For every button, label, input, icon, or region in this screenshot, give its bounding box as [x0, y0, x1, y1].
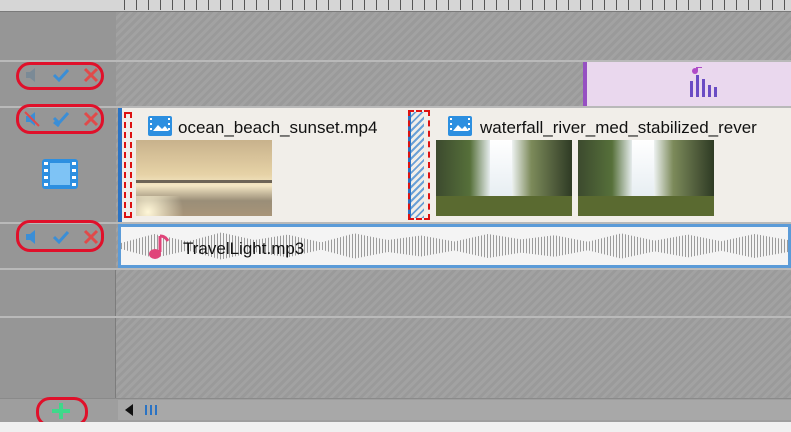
clip-name: ocean_beach_sunset.mp4	[178, 118, 378, 137]
row-divider	[0, 316, 791, 318]
speaker-muted-icon[interactable]	[22, 64, 42, 86]
video-thumbnail	[136, 140, 272, 216]
music-clip[interactable]	[583, 62, 791, 106]
close-icon[interactable]	[80, 226, 102, 248]
clip-name: TravelLight.mp3	[183, 239, 305, 258]
music-note-icon	[145, 233, 171, 263]
plus-icon[interactable]	[48, 401, 74, 421]
window-footer	[0, 422, 791, 432]
speaker-icon[interactable]	[22, 226, 42, 248]
audio-clip[interactable]: TravelLight.mp3	[118, 224, 791, 268]
check-icon[interactable]	[50, 64, 72, 86]
transition-slot[interactable]	[406, 108, 430, 222]
trim-handle-left[interactable]	[124, 112, 132, 218]
horizontal-scrollbar[interactable]	[118, 400, 791, 420]
close-icon[interactable]	[80, 108, 102, 130]
track-header-music	[0, 62, 116, 106]
timeline-ruler[interactable]	[0, 0, 791, 12]
video-file-icon	[146, 114, 174, 138]
ruler-ticks	[124, 0, 791, 10]
triangle-left-icon[interactable]	[122, 402, 136, 418]
check-icon[interactable]	[50, 226, 72, 248]
trim-handle-right[interactable]	[408, 110, 430, 220]
video-thumbnail	[578, 140, 714, 216]
grip-icon[interactable]	[142, 402, 160, 418]
video-clip[interactable]: waterfall_river_med_stabilized_rever	[430, 108, 791, 222]
track-header-audio	[0, 220, 116, 268]
speaker-muted-icon[interactable]	[22, 108, 42, 130]
video-file-icon	[446, 114, 474, 138]
video-clip[interactable]: ocean_beach_sunset.mp4	[118, 108, 406, 222]
check-icon[interactable]	[50, 108, 72, 130]
clip-name: waterfall_river_med_stabilized_rever	[480, 118, 757, 137]
film-icon	[38, 156, 82, 192]
track-header-video	[0, 104, 116, 222]
equalizer-icon	[685, 66, 721, 100]
close-icon[interactable]	[80, 64, 102, 86]
video-thumbnail	[436, 140, 572, 216]
row-divider	[0, 268, 791, 270]
track-header-empty	[0, 12, 116, 60]
